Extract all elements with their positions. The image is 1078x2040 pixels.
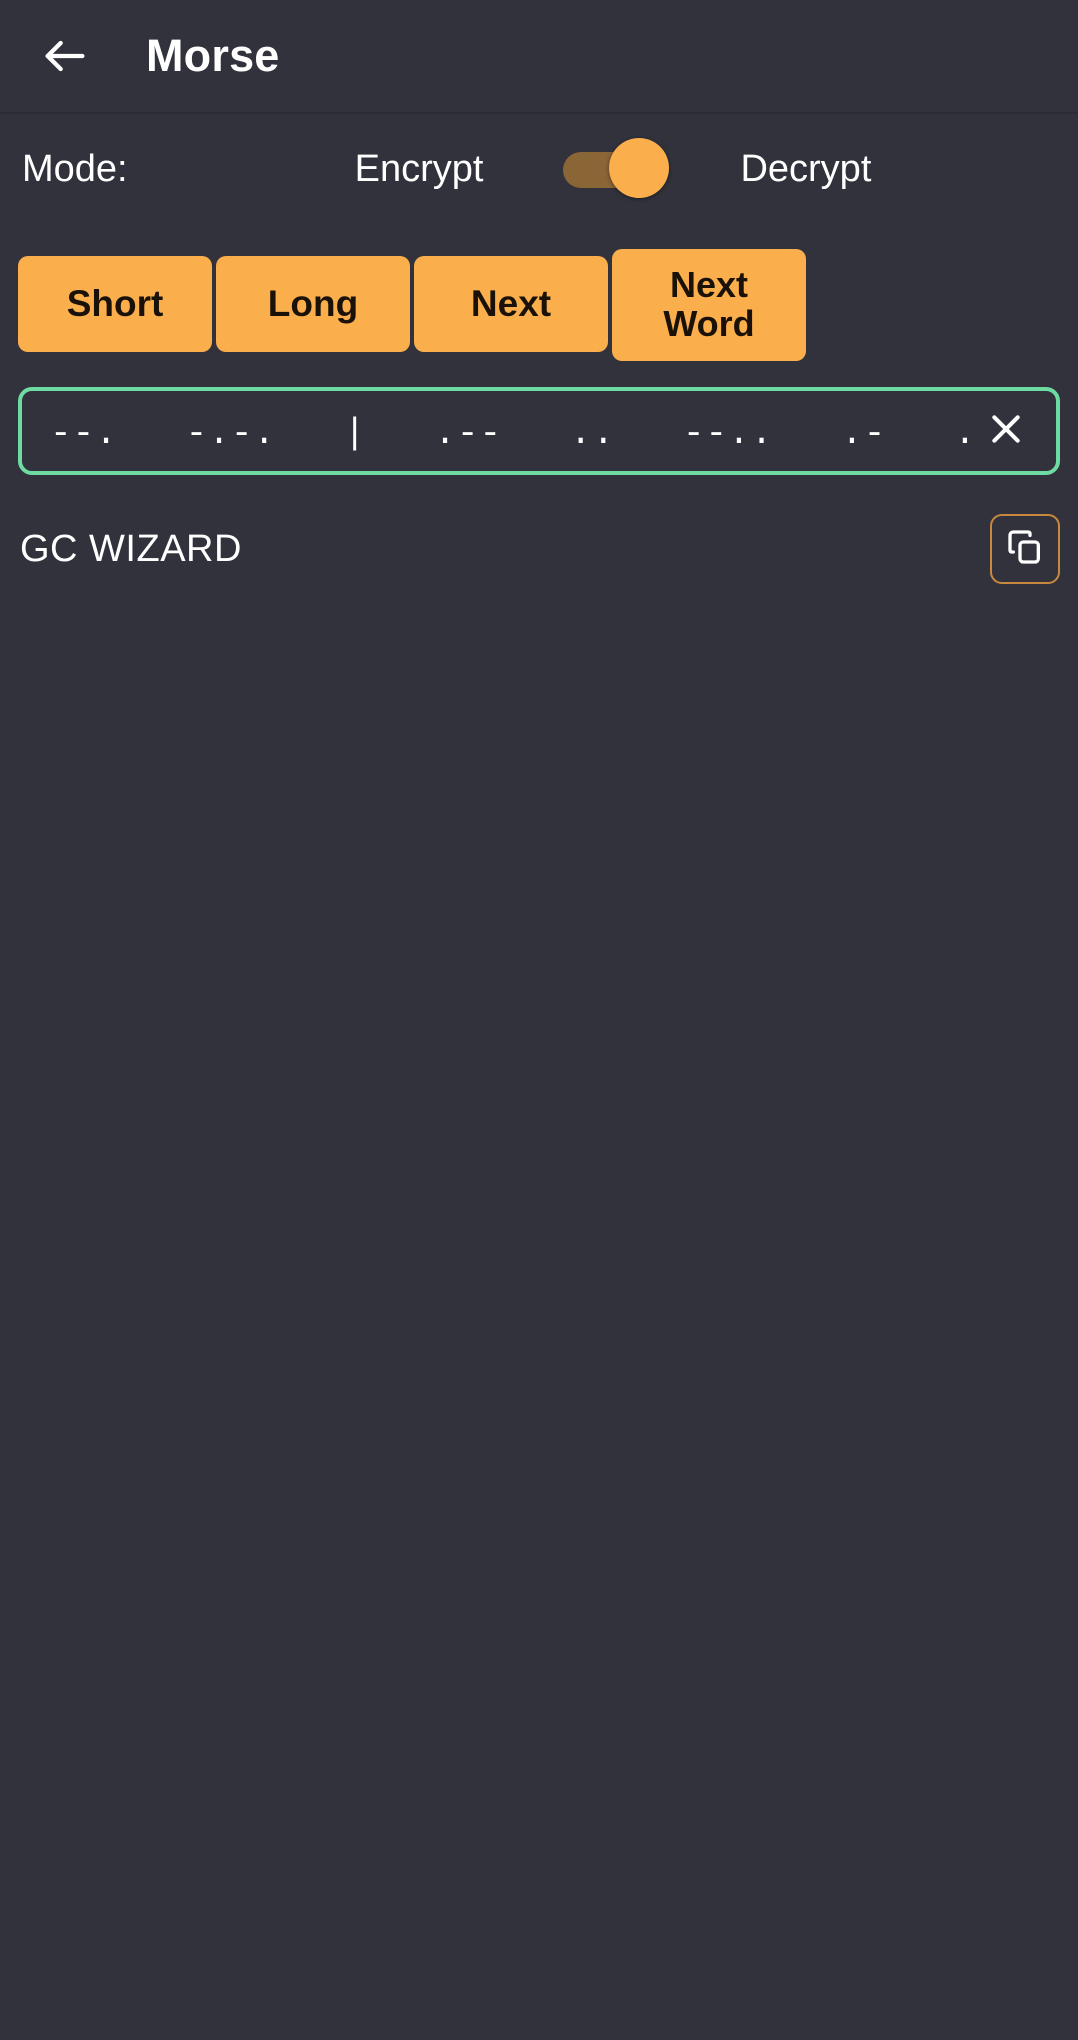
clear-input-button[interactable]	[978, 403, 1034, 459]
copy-button[interactable]	[990, 514, 1060, 584]
arrow-left-icon	[39, 30, 91, 82]
mode-option-decrypt[interactable]: Decrypt	[740, 148, 871, 191]
app-root: Morse Mode: Encrypt Decrypt Short Long N…	[0, 0, 1078, 2040]
page-title: Morse	[146, 30, 280, 81]
mode-toggle-switch[interactable]	[563, 138, 670, 200]
mode-option-encrypt[interactable]: Encrypt	[355, 148, 484, 191]
next-button[interactable]: Next	[414, 256, 608, 352]
morse-input-value: --. -.-. | .-- .. --.. .- .-. -..	[50, 412, 968, 454]
decoded-output-text: GC WIZARD	[20, 527, 242, 570]
copy-icon	[1005, 527, 1045, 572]
morse-input-field[interactable]: --. -.-. | .-- .. --.. .- .-. -..	[18, 387, 1060, 475]
toggle-thumb	[609, 138, 670, 198]
mode-label: Mode:	[22, 147, 128, 190]
morse-input-text[interactable]: --. -.-. | .-- .. --.. .- .-. -..	[50, 391, 968, 471]
mode-row: Mode: Encrypt Decrypt	[0, 114, 1078, 224]
short-button[interactable]: Short	[18, 256, 212, 352]
next-word-button[interactable]: Next Word	[612, 249, 806, 361]
morse-action-buttons: Short Long Next Next Word	[0, 249, 1078, 361]
close-icon	[986, 409, 1026, 454]
output-row: GC WIZARD	[0, 505, 1078, 593]
long-button[interactable]: Long	[216, 256, 410, 352]
app-bar: Morse	[0, 0, 1078, 112]
back-button[interactable]	[26, 17, 104, 95]
